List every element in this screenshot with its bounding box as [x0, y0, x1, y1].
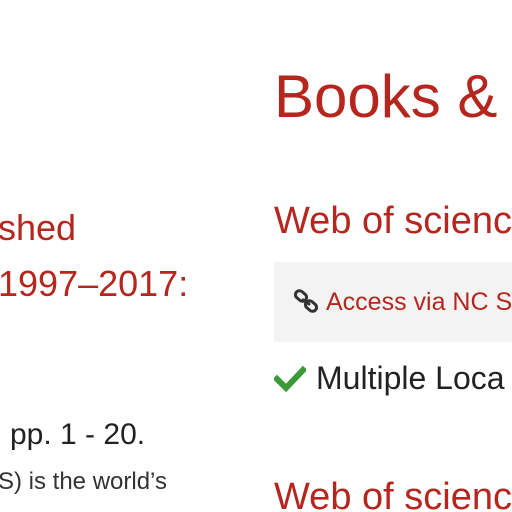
- page: shed 1997–2017: pp. 1 - 20. S) is the wo…: [0, 0, 512, 512]
- result-title[interactable]: Web of scienc: [274, 476, 512, 512]
- check-icon: [272, 365, 308, 393]
- access-box: Access via NC S: [274, 262, 512, 342]
- result-title[interactable]: Web of scienc: [274, 200, 512, 243]
- availability-text[interactable]: Multiple Loca: [316, 360, 505, 397]
- section-heading: Books &: [274, 63, 498, 130]
- abstract-snippet: S) is the world’s: [0, 468, 167, 495]
- page-range: pp. 1 - 20.: [10, 418, 146, 451]
- left-result-title-line-2[interactable]: 1997–2017:: [0, 256, 188, 312]
- left-result-title[interactable]: shed 1997–2017:: [0, 200, 188, 312]
- availability-status: Multiple Loca: [272, 360, 505, 397]
- link-icon: [292, 288, 320, 316]
- left-result-title-line-1[interactable]: shed: [0, 200, 188, 256]
- access-link[interactable]: Access via NC S: [326, 288, 512, 317]
